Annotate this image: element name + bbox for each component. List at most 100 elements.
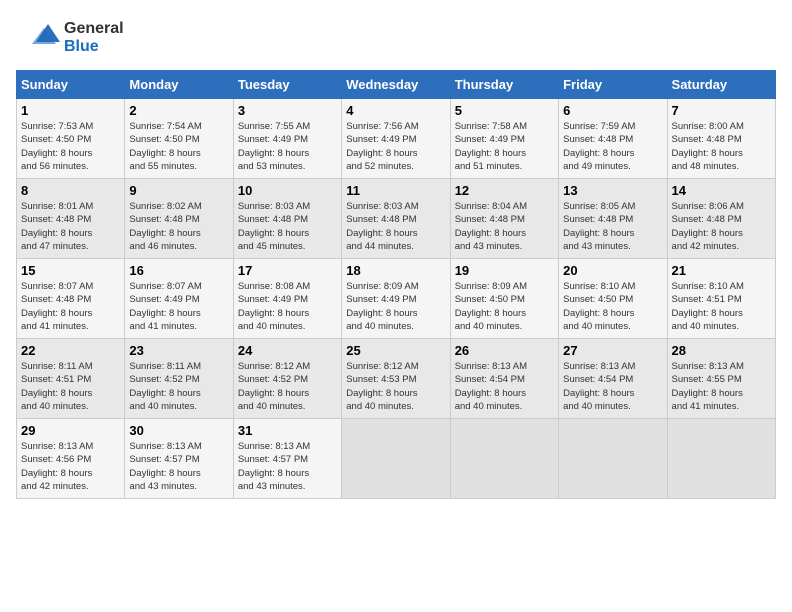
calendar-cell: 16Sunrise: 8:07 AMSunset: 4:49 PMDayligh…	[125, 259, 233, 339]
day-info: Sunrise: 7:56 AMSunset: 4:49 PMDaylight:…	[346, 120, 445, 173]
day-number: 20	[563, 263, 662, 278]
calendar-cell: 6 Sunrise: 7:59 AMSunset: 4:48 PMDaylight…	[559, 99, 667, 179]
calendar-cell: 18 Sunrise: 8:09 AMSunset: 4:49 PMDayligh…	[342, 259, 450, 339]
day-info: Sunrise: 8:01 AMSunset: 4:48 PMDaylight:…	[21, 200, 120, 253]
day-info: Sunrise: 8:06 AMSunset: 4:48 PMDaylight:…	[672, 200, 771, 253]
day-number: 2	[129, 103, 228, 118]
day-info: Sunrise: 8:05 AMSunset: 4:48 PMDaylight:…	[563, 200, 662, 253]
header-tuesday: Tuesday	[233, 71, 341, 99]
day-number: 3	[238, 103, 337, 118]
day-info: Sunrise: 8:08 AMSunset: 4:49 PMDaylight:…	[238, 280, 337, 333]
calendar-cell: 29Sunrise: 8:13 AMSunset: 4:56 PMDayligh…	[17, 419, 125, 499]
day-info: Sunrise: 8:11 AMSunset: 4:52 PMDaylight:…	[129, 360, 228, 413]
day-number: 19	[455, 263, 554, 278]
calendar-cell: 8Sunrise: 8:01 AMSunset: 4:48 PMDaylight…	[17, 179, 125, 259]
logo-blue: Blue	[64, 38, 124, 56]
calendar-cell: 31Sunrise: 8:13 AMSunset: 4:57 PMDayligh…	[233, 419, 341, 499]
day-info: Sunrise: 8:03 AMSunset: 4:48 PMDaylight:…	[238, 200, 337, 253]
day-number: 25	[346, 343, 445, 358]
day-info: Sunrise: 8:07 AMSunset: 4:48 PMDaylight:…	[21, 280, 120, 333]
calendar-cell: 12 Sunrise: 8:04 AMSunset: 4:48 PMDayligh…	[450, 179, 558, 259]
logo-icon	[16, 16, 60, 60]
day-number: 28	[672, 343, 771, 358]
day-info: Sunrise: 8:13 AMSunset: 4:54 PMDaylight:…	[455, 360, 554, 413]
header-wednesday: Wednesday	[342, 71, 450, 99]
calendar-cell: 23 Sunrise: 8:11 AMSunset: 4:52 PMDayligh…	[125, 339, 233, 419]
day-info: Sunrise: 8:13 AMSunset: 4:55 PMDaylight:…	[672, 360, 771, 413]
day-number: 12	[455, 183, 554, 198]
calendar-cell: 14Sunrise: 8:06 AMSunset: 4:48 PMDayligh…	[667, 179, 775, 259]
day-number: 9	[129, 183, 228, 198]
calendar-cell: 22Sunrise: 8:11 AMSunset: 4:51 PMDayligh…	[17, 339, 125, 419]
calendar-cell	[667, 419, 775, 499]
day-number: 13	[563, 183, 662, 198]
day-number: 26	[455, 343, 554, 358]
week-row-1: 1 Sunrise: 7:53 AMSunset: 4:50 PMDaylight…	[17, 99, 776, 179]
calendar-cell: 5Sunrise: 7:58 AMSunset: 4:49 PMDaylight…	[450, 99, 558, 179]
day-info: Sunrise: 7:53 AMSunset: 4:50 PMDaylight:…	[21, 120, 120, 173]
day-info: Sunrise: 8:13 AMSunset: 4:57 PMDaylight:…	[129, 440, 228, 493]
calendar-cell	[450, 419, 558, 499]
day-number: 18	[346, 263, 445, 278]
day-number: 27	[563, 343, 662, 358]
header-sunday: Sunday	[17, 71, 125, 99]
week-row-4: 22Sunrise: 8:11 AMSunset: 4:51 PMDayligh…	[17, 339, 776, 419]
header-friday: Friday	[559, 71, 667, 99]
day-number: 6	[563, 103, 662, 118]
calendar-cell: 11 Sunrise: 8:03 AMSunset: 4:48 PMDayligh…	[342, 179, 450, 259]
day-number: 29	[21, 423, 120, 438]
day-info: Sunrise: 8:09 AMSunset: 4:50 PMDaylight:…	[455, 280, 554, 333]
day-info: Sunrise: 8:13 AMSunset: 4:54 PMDaylight:…	[563, 360, 662, 413]
day-info: Sunrise: 7:54 AMSunset: 4:50 PMDaylight:…	[129, 120, 228, 173]
day-number: 21	[672, 263, 771, 278]
day-info: Sunrise: 7:59 AMSunset: 4:48 PMDaylight:…	[563, 120, 662, 173]
day-info: Sunrise: 8:03 AMSunset: 4:48 PMDaylight:…	[346, 200, 445, 253]
day-info: Sunrise: 8:10 AMSunset: 4:50 PMDaylight:…	[563, 280, 662, 333]
week-row-5: 29Sunrise: 8:13 AMSunset: 4:56 PMDayligh…	[17, 419, 776, 499]
day-info: Sunrise: 8:11 AMSunset: 4:51 PMDaylight:…	[21, 360, 120, 413]
day-number: 23	[129, 343, 228, 358]
calendar-cell: 3 Sunrise: 7:55 AMSunset: 4:49 PMDaylight…	[233, 99, 341, 179]
calendar-cell: 17Sunrise: 8:08 AMSunset: 4:49 PMDayligh…	[233, 259, 341, 339]
day-number: 15	[21, 263, 120, 278]
calendar-cell: 4Sunrise: 7:56 AMSunset: 4:49 PMDaylight…	[342, 99, 450, 179]
day-number: 11	[346, 183, 445, 198]
day-info: Sunrise: 7:55 AMSunset: 4:49 PMDaylight:…	[238, 120, 337, 173]
calendar-cell: 13 Sunrise: 8:05 AMSunset: 4:48 PMDayligh…	[559, 179, 667, 259]
calendar-header: SundayMondayTuesdayWednesdayThursdayFrid…	[17, 71, 776, 99]
header-thursday: Thursday	[450, 71, 558, 99]
calendar-cell: 7 Sunrise: 8:00 AMSunset: 4:48 PMDaylight…	[667, 99, 775, 179]
week-row-2: 8Sunrise: 8:01 AMSunset: 4:48 PMDaylight…	[17, 179, 776, 259]
day-info: Sunrise: 8:00 AMSunset: 4:48 PMDaylight:…	[672, 120, 771, 173]
day-info: Sunrise: 8:12 AMSunset: 4:53 PMDaylight:…	[346, 360, 445, 413]
calendar-cell: 27 Sunrise: 8:13 AMSunset: 4:54 PMDayligh…	[559, 339, 667, 419]
calendar-table: SundayMondayTuesdayWednesdayThursdayFrid…	[16, 70, 776, 499]
calendar-cell: 24Sunrise: 8:12 AMSunset: 4:52 PMDayligh…	[233, 339, 341, 419]
header-monday: Monday	[125, 71, 233, 99]
calendar-cell: 19 Sunrise: 8:09 AMSunset: 4:50 PMDayligh…	[450, 259, 558, 339]
day-info: Sunrise: 8:04 AMSunset: 4:48 PMDaylight:…	[455, 200, 554, 253]
header-row: SundayMondayTuesdayWednesdayThursdayFrid…	[17, 71, 776, 99]
day-info: Sunrise: 8:10 AMSunset: 4:51 PMDaylight:…	[672, 280, 771, 333]
calendar-cell: 9 Sunrise: 8:02 AMSunset: 4:48 PMDaylight…	[125, 179, 233, 259]
day-info: Sunrise: 7:58 AMSunset: 4:49 PMDaylight:…	[455, 120, 554, 173]
day-number: 7	[672, 103, 771, 118]
page-header: General Blue	[16, 16, 776, 60]
calendar-body: 1 Sunrise: 7:53 AMSunset: 4:50 PMDaylight…	[17, 99, 776, 499]
day-info: Sunrise: 8:12 AMSunset: 4:52 PMDaylight:…	[238, 360, 337, 413]
day-info: Sunrise: 8:02 AMSunset: 4:48 PMDaylight:…	[129, 200, 228, 253]
day-number: 30	[129, 423, 228, 438]
header-saturday: Saturday	[667, 71, 775, 99]
calendar-cell: 15 Sunrise: 8:07 AMSunset: 4:48 PMDayligh…	[17, 259, 125, 339]
calendar-cell: 25 Sunrise: 8:12 AMSunset: 4:53 PMDayligh…	[342, 339, 450, 419]
day-number: 1	[21, 103, 120, 118]
week-row-3: 15 Sunrise: 8:07 AMSunset: 4:48 PMDayligh…	[17, 259, 776, 339]
day-number: 16	[129, 263, 228, 278]
calendar-cell: 1 Sunrise: 7:53 AMSunset: 4:50 PMDaylight…	[17, 99, 125, 179]
logo-general: General	[64, 20, 124, 38]
day-number: 10	[238, 183, 337, 198]
calendar-cell	[559, 419, 667, 499]
calendar-cell: 28 Sunrise: 8:13 AMSunset: 4:55 PMDayligh…	[667, 339, 775, 419]
day-info: Sunrise: 8:09 AMSunset: 4:49 PMDaylight:…	[346, 280, 445, 333]
calendar-cell	[342, 419, 450, 499]
